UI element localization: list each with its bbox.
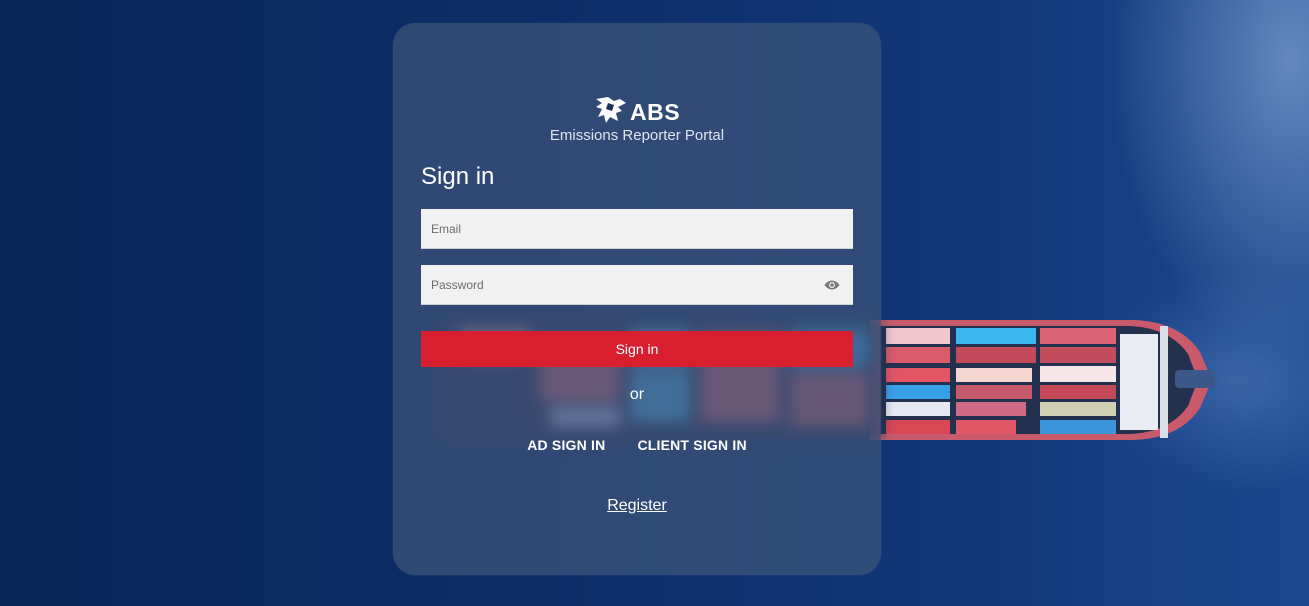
logo-row: ABS	[393, 93, 881, 130]
sign-in-heading: Sign in	[421, 163, 495, 190]
abs-eagle-logo-icon	[595, 96, 626, 123]
client-sign-in-button[interactable]: CLIENT SIGN IN	[637, 437, 746, 453]
portal-title: Emissions Reporter Portal	[549, 127, 725, 144]
password-field-wrapper	[421, 265, 853, 305]
email-input[interactable]	[421, 209, 853, 249]
eye-icon[interactable]	[823, 277, 841, 293]
login-card: ABS Emissions Reporter Portal Sign in Si…	[393, 23, 881, 575]
logo-text: ABS	[629, 99, 681, 125]
sign-in-button[interactable]: Sign in	[421, 331, 853, 367]
or-separator: or	[629, 386, 645, 403]
register-link[interactable]: Register	[607, 497, 667, 514]
ad-sign-in-button[interactable]: AD SIGN IN	[527, 437, 605, 453]
abs-logo: ABS	[594, 93, 680, 126]
alternate-sign-in-row: AD SIGN IN CLIENT SIGN IN	[393, 437, 881, 453]
password-input[interactable]	[421, 265, 853, 305]
register-row: Register	[393, 497, 881, 515]
